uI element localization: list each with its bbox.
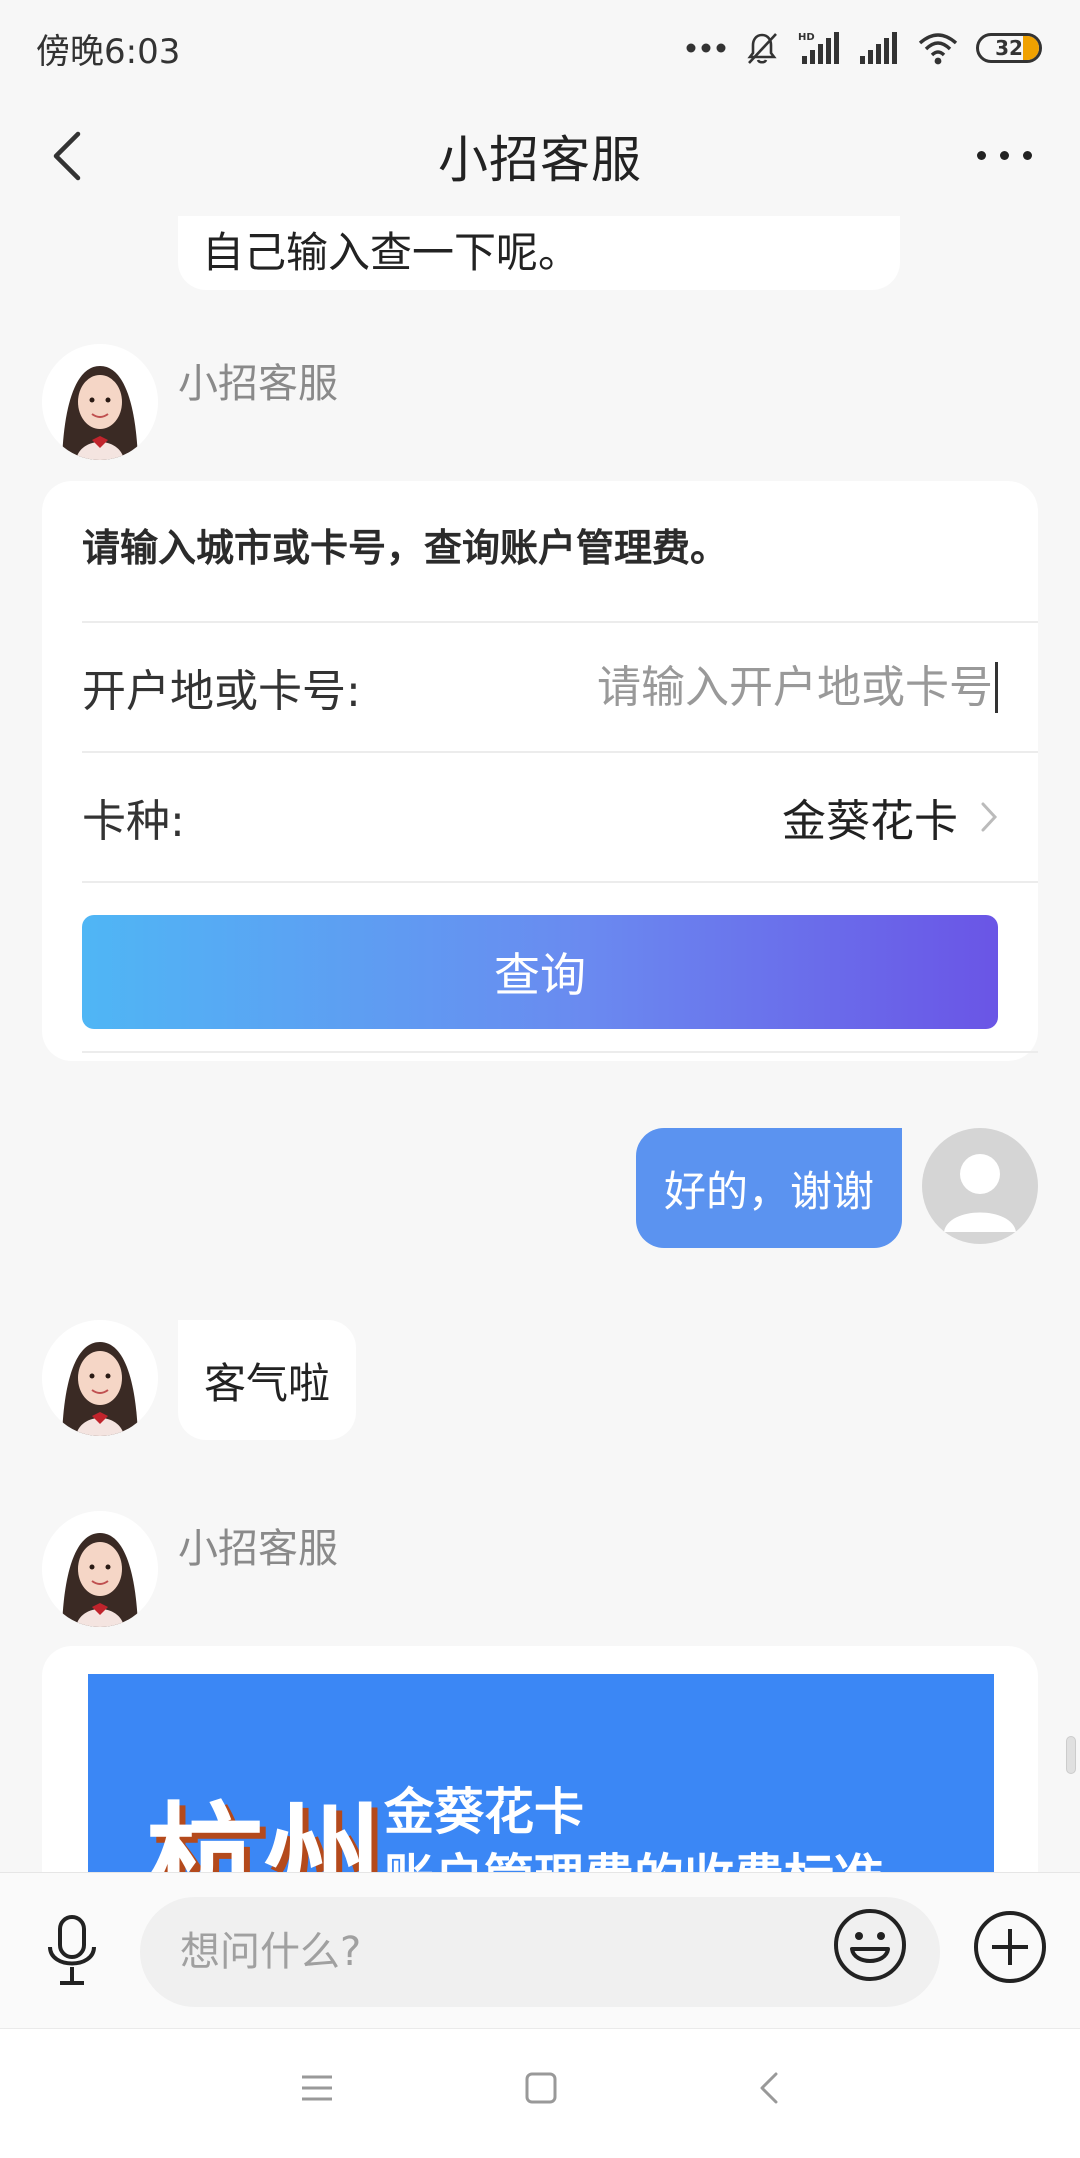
emoji-icon[interactable] (832, 1907, 908, 1983)
header: 小招客服 (0, 96, 1080, 216)
signal-icon (860, 32, 897, 64)
battery-level: 32 (995, 36, 1023, 60)
plus-icon[interactable] (972, 1909, 1048, 1985)
agent-message-bubble: 客气啦 (178, 1320, 356, 1440)
signal-hd-icon: HD (798, 32, 839, 64)
agent-name: 小招客服 (178, 1526, 338, 1572)
page-title: 小招客服 (438, 131, 642, 189)
agent-avatar[interactable] (42, 1320, 158, 1436)
query-button[interactable]: 查询 (82, 915, 998, 1029)
back-triangle-icon[interactable] (752, 2071, 786, 2105)
user-message-bubble: 好的，谢谢 (636, 1128, 902, 1248)
card-type-label: 卡种: (82, 796, 185, 847)
status-time: 傍晚6:03 (36, 31, 181, 72)
more-notifications-icon (686, 43, 726, 53)
more-options-button[interactable] (977, 151, 1032, 160)
more-dot-icon (1023, 151, 1032, 160)
chat-area[interactable]: 自己输入查一下呢。 小招客服 请输入城市或卡号，查询账户管理费。 开户地或卡号:… (0, 216, 1080, 1872)
status-bar: 傍晚6:03 HD 32 (0, 0, 1080, 96)
menu-icon[interactable] (300, 2071, 334, 2105)
system-nav-bar (0, 2028, 1080, 2158)
query-prompt: 请输入城市或卡号，查询账户管理费。 (82, 526, 729, 570)
wifi-icon (918, 33, 958, 65)
mute-bell-icon (747, 33, 777, 64)
location-row[interactable]: 开户地或卡号: (82, 623, 998, 751)
agent-portrait-icon (42, 344, 158, 460)
card-type-selector[interactable]: 金葵花卡 (782, 785, 998, 849)
agent-portrait-icon (42, 1320, 158, 1436)
user-silhouette-icon (944, 1154, 1016, 1232)
card-type-value: 金葵花卡 (782, 796, 958, 847)
divider (82, 881, 1038, 883)
location-input[interactable] (498, 661, 998, 713)
back-arrow-icon[interactable] (48, 130, 88, 182)
card-type-row[interactable]: 卡种: 金葵花卡 (82, 753, 998, 881)
agent-message-text: 自己输入查一下呢。 (202, 228, 581, 277)
agent-name: 小招客服 (178, 361, 338, 407)
agent-avatar[interactable] (42, 344, 158, 460)
location-label: 开户地或卡号: (82, 666, 361, 717)
agent-portrait-icon (42, 1511, 158, 1627)
microphone-icon[interactable] (42, 1913, 102, 1989)
battery-icon: 32 (976, 33, 1042, 63)
more-dot-icon (1000, 151, 1009, 160)
banner-city: 杭州 (146, 1791, 383, 1872)
status-icons: HD 32 (686, 30, 1042, 66)
agent-message-bubble: 自己输入查一下呢。 (178, 216, 900, 290)
banner-fee-title: 账户管理费的收费标准 (384, 1838, 884, 1872)
fee-banner-image[interactable]: 杭州 金葵花卡 账户管理费的收费标准 (88, 1674, 994, 1872)
scrollbar[interactable] (1066, 1736, 1076, 1774)
more-dot-icon (977, 151, 986, 160)
user-avatar[interactable] (922, 1128, 1038, 1244)
signal-hd-label: HD (798, 32, 815, 43)
user-message-text: 好的，谢谢 (663, 1166, 874, 1216)
message-input[interactable] (180, 1897, 740, 2007)
input-bar (0, 1872, 1080, 2028)
agent-avatar[interactable] (42, 1511, 158, 1627)
chevron-right-icon (981, 802, 998, 832)
agent-reply-text: 客气啦 (203, 1358, 330, 1408)
banner-card[interactable]: 杭州 金葵花卡 账户管理费的收费标准 (42, 1646, 1038, 1872)
home-square-icon[interactable] (524, 2071, 558, 2105)
message-field[interactable] (140, 1897, 940, 2007)
divider (82, 1051, 1038, 1053)
banner-card-name: 金葵花卡 (384, 1783, 584, 1841)
